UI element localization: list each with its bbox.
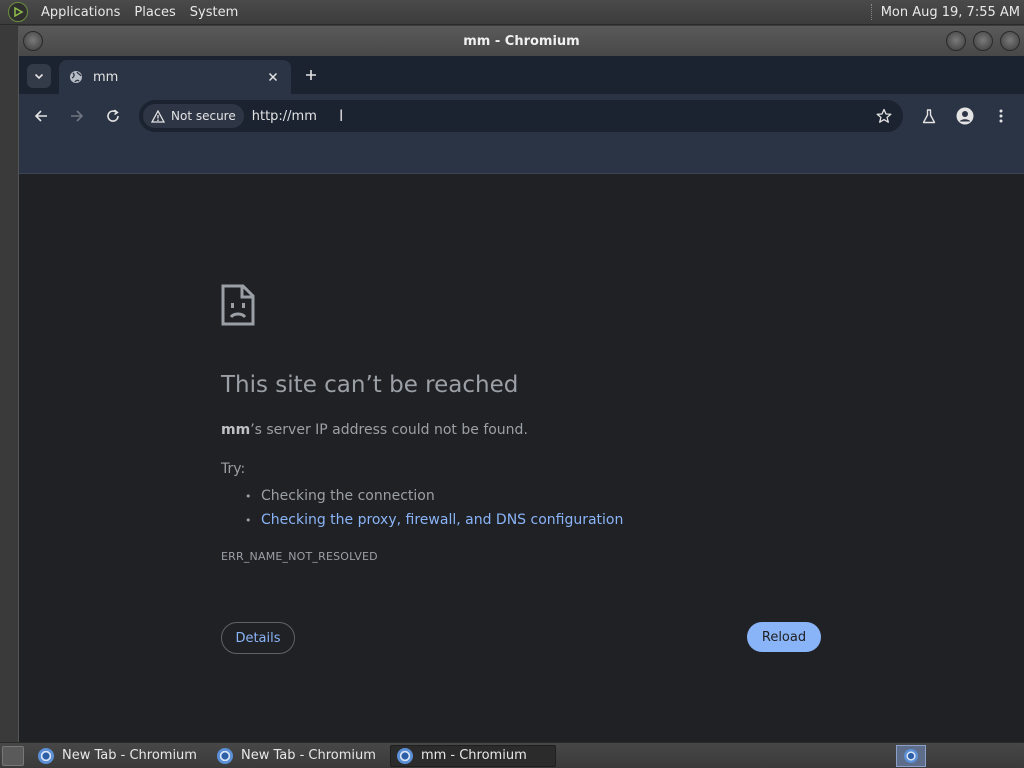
- suggestions-list: Checking the connection Checking the pro…: [245, 484, 623, 532]
- new-tab-button[interactable]: [301, 65, 321, 85]
- sad-page-icon: [221, 284, 255, 326]
- chromium-icon: [904, 748, 918, 763]
- reload-toolbar-button[interactable]: [101, 104, 125, 128]
- toolbar: Not secure http://mm I: [19, 94, 1024, 138]
- warning-icon: [151, 109, 165, 123]
- clock[interactable]: Mon Aug 19, 7:55 AM: [881, 5, 1020, 20]
- menu-button[interactable]: [989, 104, 1013, 128]
- minimize-button[interactable]: [946, 31, 966, 51]
- window-titlebar[interactable]: mm - Chromium: [19, 26, 1024, 56]
- arrow-left-icon: [34, 110, 47, 122]
- bookmarks-bar: [19, 138, 1024, 174]
- error-code: ERR_NAME_NOT_RESOLVED: [221, 550, 378, 563]
- chevron-down-icon: [34, 73, 44, 80]
- profile-button[interactable]: [953, 104, 977, 128]
- error-page: This site can’t be reached mm’s server I…: [19, 174, 1024, 742]
- panel-separator: [870, 4, 873, 20]
- suggestion-check-connection: Checking the connection: [261, 488, 435, 504]
- security-chip[interactable]: Not secure: [143, 104, 244, 128]
- maximize-button[interactable]: [973, 31, 993, 51]
- list-item: Checking the proxy, firewall, and DNS co…: [245, 508, 623, 532]
- menu-places[interactable]: Places: [127, 5, 182, 20]
- chromium-icon: [216, 747, 233, 764]
- close-window-button[interactable]: [1000, 31, 1020, 51]
- show-desktop-button[interactable]: [2, 745, 24, 766]
- text-cursor-icon: I: [338, 106, 344, 125]
- suggestion-proxy-link[interactable]: Checking the proxy, firewall, and DNS co…: [261, 512, 623, 528]
- omnibox[interactable]: Not secure http://mm I: [139, 100, 903, 132]
- window-title: mm - Chromium: [463, 33, 580, 49]
- security-chip-label: Not secure: [171, 109, 236, 123]
- taskbar: New Tab - Chromium New Tab - Chromium mm…: [0, 742, 1024, 768]
- details-button[interactable]: Details: [221, 622, 295, 654]
- globe-icon: [70, 71, 82, 83]
- chromium-icon: [396, 747, 413, 764]
- menu-applications[interactable]: Applications: [34, 5, 127, 20]
- tab-strip: mm: [19, 56, 1024, 94]
- taskbar-item-new-tab-2[interactable]: New Tab - Chromium: [211, 745, 382, 767]
- workspace-switcher[interactable]: [896, 744, 926, 767]
- star-icon: [876, 108, 892, 123]
- error-description: mm’s server IP address could not be foun…: [221, 422, 528, 438]
- plus-icon: [306, 70, 316, 80]
- try-label: Try:: [221, 461, 246, 477]
- tab-mm[interactable]: mm: [59, 60, 291, 94]
- back-button[interactable]: [29, 104, 53, 128]
- tab-search-button[interactable]: [27, 64, 51, 88]
- reload-button[interactable]: Reload: [747, 622, 821, 652]
- error-description-text: ’s server IP address could not be found.: [250, 422, 528, 438]
- top-panel: Applications Places System Mon Aug 19, 7…: [0, 0, 1024, 25]
- reload-icon: [107, 109, 119, 122]
- list-item: Checking the connection: [245, 484, 623, 508]
- task-label: mm - Chromium: [420, 748, 527, 763]
- flask-icon: [922, 108, 936, 123]
- taskbar-item-mm[interactable]: mm - Chromium: [389, 744, 556, 767]
- bookmark-star-button[interactable]: [875, 107, 893, 125]
- chromium-icon: [38, 747, 54, 764]
- close-icon: [268, 72, 278, 82]
- window-menu-button[interactable]: [23, 31, 43, 51]
- labs-button[interactable]: [917, 104, 941, 128]
- page-title: This site can’t be reached: [221, 372, 519, 398]
- taskbar-item-new-tab-1[interactable]: New Tab - Chromium: [32, 745, 203, 767]
- url-text[interactable]: http://mm: [252, 109, 317, 124]
- error-host: mm: [221, 422, 251, 438]
- more-vertical-icon: [999, 109, 1003, 123]
- task-label: New Tab - Chromium: [240, 748, 376, 763]
- arrow-right-icon: [71, 110, 84, 122]
- forward-button[interactable]: [65, 104, 89, 128]
- browser-window: mm - Chromium mm Not secure http://mm I …: [18, 26, 1024, 742]
- task-label: New Tab - Chromium: [62, 748, 197, 763]
- menu-system[interactable]: System: [183, 5, 245, 20]
- distro-logo-icon[interactable]: [8, 2, 28, 22]
- tab-title: mm: [93, 69, 119, 85]
- tab-close-button[interactable]: [265, 69, 281, 85]
- profile-icon: [956, 107, 974, 125]
